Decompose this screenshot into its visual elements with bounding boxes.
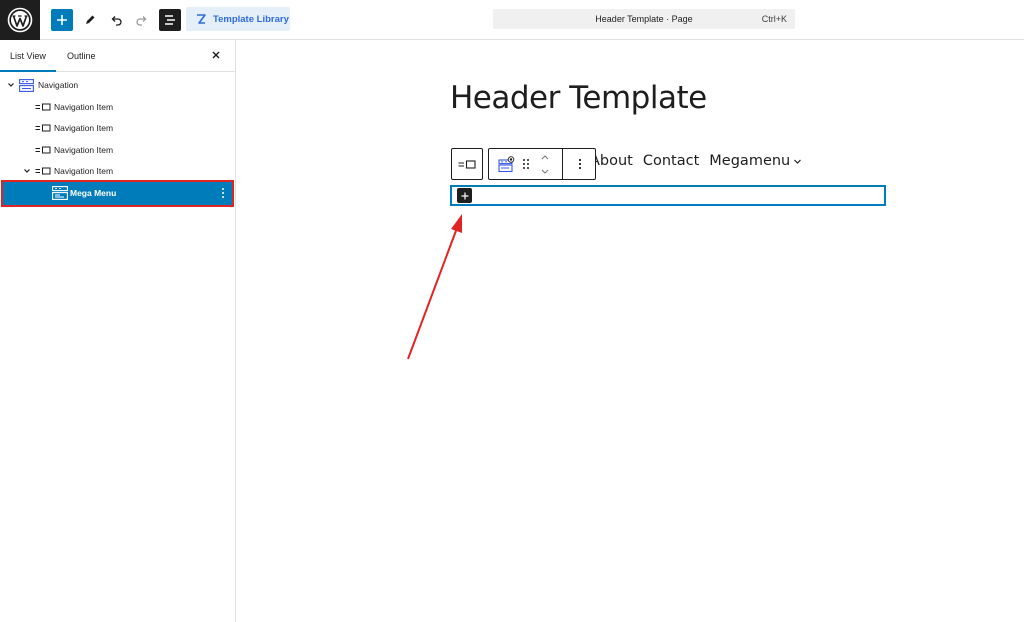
redo-button[interactable] xyxy=(130,8,154,32)
close-icon xyxy=(212,51,220,59)
page-title[interactable]: Header Template xyxy=(450,80,707,116)
wordpress-logo-button[interactable] xyxy=(0,0,40,40)
list-item-label: Mega Menu xyxy=(70,188,117,198)
mega-menu-block-icon xyxy=(52,186,68,200)
document-overview-sidebar: List View Outline Navigation Navigation … xyxy=(0,40,236,622)
add-block-button[interactable] xyxy=(457,188,472,203)
list-item-navigation-item[interactable]: Navigation Item xyxy=(0,118,236,139)
list-item-label: Navigation Item xyxy=(54,166,114,176)
list-view-icon xyxy=(165,15,175,25)
sidebar-tabs: List View Outline xyxy=(0,40,235,72)
drag-handle[interactable] xyxy=(519,149,533,179)
undo-button[interactable] xyxy=(104,8,128,32)
template-library-button[interactable]: Template Library xyxy=(186,7,290,31)
select-parent-block-button[interactable] xyxy=(451,148,483,180)
nav-item-megamenu-label: Megamenu xyxy=(709,153,791,169)
list-item-label: Navigation Item xyxy=(54,123,114,133)
plus-icon xyxy=(461,192,468,199)
editor-top-toolbar: Template Library Header Template · Page … xyxy=(0,0,1024,40)
close-sidebar-button[interactable] xyxy=(209,48,223,62)
navigation-menu: About Contact Megamenu xyxy=(590,153,802,169)
list-item-navigation-item[interactable]: Navigation Item xyxy=(0,97,236,118)
block-toolbar xyxy=(488,148,596,180)
template-library-label: Template Library xyxy=(213,13,289,25)
undo-icon xyxy=(111,16,122,26)
nav-item-about[interactable]: About xyxy=(590,153,633,169)
navigation-item-icon xyxy=(35,167,51,175)
nav-item-contact[interactable]: Contact xyxy=(643,153,699,169)
template-library-icon xyxy=(197,14,206,24)
pen-icon xyxy=(86,15,95,24)
chevron-down-icon[interactable] xyxy=(22,166,32,176)
list-item-label: Navigation Item xyxy=(54,102,114,112)
navigation-item-icon xyxy=(458,159,476,169)
move-down-button[interactable] xyxy=(537,164,553,179)
redo-icon xyxy=(136,16,147,26)
list-item-navigation[interactable]: Navigation xyxy=(0,75,236,96)
navigation-item-icon xyxy=(35,103,51,111)
nav-item-megamenu[interactable]: Megamenu xyxy=(709,153,802,169)
block-type-switcher[interactable] xyxy=(495,149,517,179)
list-item-navigation-item[interactable]: Navigation Item xyxy=(0,140,236,161)
more-options-icon xyxy=(578,158,582,170)
chevron-down-icon xyxy=(541,169,549,174)
list-item-mega-menu[interactable]: Mega Menu xyxy=(3,182,232,205)
move-up-button[interactable] xyxy=(537,149,553,164)
document-overview-button[interactable] xyxy=(159,9,181,31)
plus-icon xyxy=(57,15,67,25)
list-item-navigation-item[interactable]: Navigation Item xyxy=(0,161,236,182)
chevron-up-icon xyxy=(541,154,549,159)
editor-canvas: Header Template About Contact Megamenu xyxy=(237,40,1024,622)
mega-menu-block-icon xyxy=(497,155,514,172)
mega-menu-block[interactable] xyxy=(450,185,886,206)
tab-list-view[interactable]: List View xyxy=(0,40,56,72)
chevron-down-icon xyxy=(794,159,802,164)
wordpress-logo-icon xyxy=(7,7,33,33)
chevron-down-icon[interactable] xyxy=(6,80,16,90)
navigation-block-icon xyxy=(19,79,34,92)
document-title: Header Template · Page xyxy=(595,14,693,24)
command-shortcut: Ctrl+K xyxy=(761,14,787,24)
block-options-button[interactable] xyxy=(565,149,595,179)
tab-outline[interactable]: Outline xyxy=(67,40,96,72)
tools-button[interactable] xyxy=(78,8,102,32)
toolbar-divider xyxy=(562,149,563,179)
block-inserter-button[interactable] xyxy=(51,9,73,31)
drag-handle-icon xyxy=(523,159,529,169)
list-item-label: Navigation Item xyxy=(54,145,114,155)
navigation-item-icon xyxy=(35,124,51,132)
more-options-icon[interactable] xyxy=(221,187,225,199)
navigation-item-icon xyxy=(35,146,51,154)
command-palette-button[interactable]: Header Template · Page Ctrl+K xyxy=(493,9,795,29)
list-item-label: Navigation xyxy=(38,80,79,90)
